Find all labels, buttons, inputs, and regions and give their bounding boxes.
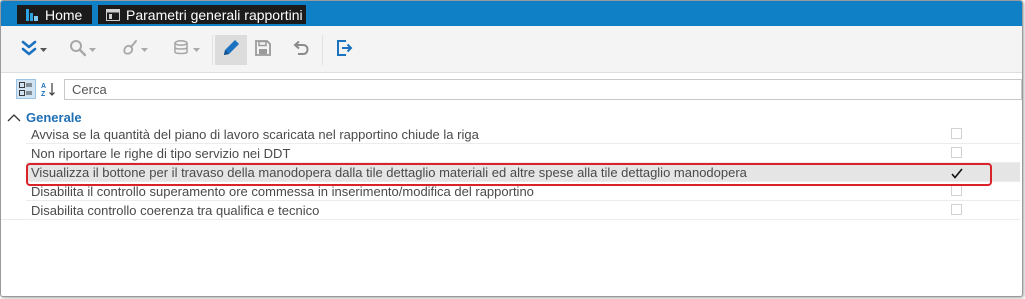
tab-bar: Home Parametri generali rapportini (1, 1, 1022, 26)
floppy-disk-icon (254, 39, 272, 62)
tab-parametri-label: Parametri generali rapportini (126, 6, 303, 23)
checkbox[interactable] (951, 185, 962, 196)
chevron-down-icon (140, 45, 148, 55)
chevron-down-icon (39, 45, 47, 55)
svg-text:A: A (41, 83, 46, 90)
row-label: Avvisa se la quantità del piano di lavor… (31, 127, 479, 142)
edit-button[interactable] (215, 35, 247, 65)
magnifier-icon (69, 39, 87, 62)
checkbox-checked[interactable] (951, 166, 963, 179)
checkbox[interactable] (951, 147, 962, 158)
list-item[interactable]: Disabilita il controllo superamento ore … (26, 182, 1020, 201)
brush-icon (121, 39, 139, 62)
undo-arrow-icon (292, 39, 310, 62)
exit-button[interactable] (329, 35, 359, 65)
tab-parametri-generali[interactable]: Parametri generali rapportini (98, 5, 306, 24)
save-button[interactable] (248, 35, 278, 65)
home-app-icon (24, 7, 40, 23)
toolbar-separator (212, 35, 213, 65)
sort-az-icon[interactable]: A Z (38, 79, 58, 99)
row-label: Disabilita il controllo superamento ore … (31, 184, 534, 199)
checkbox[interactable] (951, 128, 962, 139)
database-icon (173, 39, 191, 62)
row-label: Non riportare le righe di tipo servizio … (31, 146, 291, 161)
list-item[interactable]: Non riportare le righe di tipo servizio … (26, 144, 1020, 163)
svg-text:Z: Z (41, 91, 46, 97)
expand-menu-button[interactable] (10, 35, 56, 65)
categorized-view-icon[interactable] (16, 79, 36, 99)
undo-button[interactable] (286, 35, 316, 65)
tab-home[interactable]: Home (17, 5, 92, 24)
group-header[interactable]: Generale (1, 108, 1020, 126)
row-label: Visualizza il bottone per il travaso del… (31, 165, 747, 180)
checkbox[interactable] (951, 204, 962, 215)
exit-door-icon (335, 39, 353, 62)
list-item[interactable]: Disabilita controllo coerenza tra qualif… (26, 201, 1020, 220)
toolbar (1, 26, 1022, 73)
chevron-down-icon (88, 45, 96, 55)
list-item-selected[interactable]: Visualizza il bottone per il travaso del… (26, 163, 1020, 182)
double-chevron-down-icon (20, 39, 38, 62)
property-grid: Generale Avvisa se la quantità del piano… (1, 105, 1020, 220)
list-item[interactable]: Avvisa se la quantità del piano di lavor… (26, 125, 1020, 144)
row-label: Disabilita controllo coerenza tra qualif… (31, 203, 320, 218)
chevron-up-icon[interactable] (7, 111, 23, 123)
clean-button[interactable] (111, 35, 157, 65)
checkmark-icon (951, 168, 963, 179)
app-window: Home Parametri generali rapportini A Z C… (0, 0, 1023, 297)
chevron-down-icon (192, 45, 200, 55)
search-input[interactable] (64, 79, 1022, 100)
search-bar: A Z (1, 73, 1022, 103)
pencil-icon (221, 38, 241, 63)
search-button[interactable] (59, 35, 105, 65)
tab-home-label: Home (45, 6, 83, 23)
group-title: Generale (26, 109, 82, 125)
database-button[interactable] (163, 35, 209, 65)
form-window-icon (105, 7, 121, 23)
toolbar-separator (322, 35, 323, 65)
